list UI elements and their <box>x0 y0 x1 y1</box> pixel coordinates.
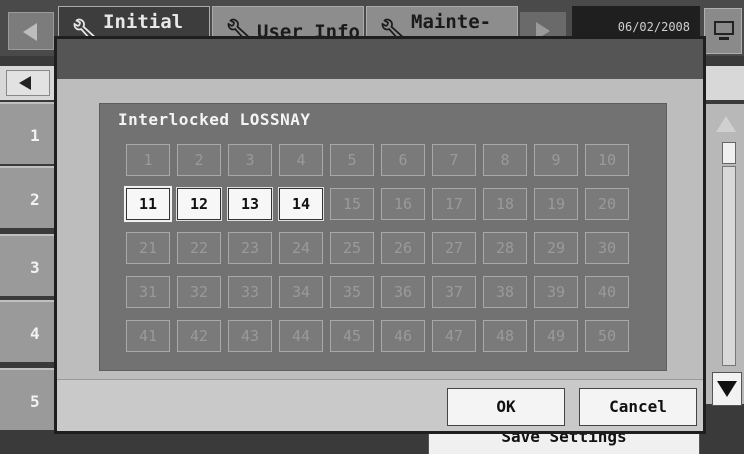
back-button[interactable] <box>6 70 50 96</box>
address-cell[interactable]: 18 <box>483 188 527 220</box>
tab-label: Mainte- <box>411 11 492 33</box>
address-cell[interactable]: 8 <box>483 144 527 176</box>
dialog-button-row: OK Cancel <box>57 379 703 431</box>
address-cell[interactable]: 32 <box>177 276 221 308</box>
prev-tab-button[interactable] <box>8 12 54 50</box>
scroll-up-button[interactable] <box>712 110 740 138</box>
address-cell[interactable]: 36 <box>381 276 425 308</box>
address-cell[interactable]: 34 <box>279 276 323 308</box>
address-cell[interactable]: 25 <box>330 232 374 264</box>
address-cell[interactable]: 1 <box>126 144 170 176</box>
tab-label: Initial <box>103 11 184 33</box>
ok-button[interactable]: OK <box>447 388 565 426</box>
address-cell[interactable]: 2 <box>177 144 221 176</box>
address-cell[interactable]: 9 <box>534 144 578 176</box>
row-number[interactable]: 5 <box>0 368 56 430</box>
address-cell[interactable]: 50 <box>585 320 629 352</box>
address-cell[interactable]: 33 <box>228 276 272 308</box>
arrow-left-icon <box>23 23 37 41</box>
address-cell[interactable]: 38 <box>483 276 527 308</box>
address-cell[interactable]: 16 <box>381 188 425 220</box>
scroll-track[interactable] <box>722 166 736 366</box>
row-number[interactable]: 1 <box>0 102 56 164</box>
address-cell[interactable]: 31 <box>126 276 170 308</box>
address-cell[interactable]: 27 <box>432 232 476 264</box>
lossnay-panel: Interlocked LOSSNAY 1 2 3 4 5 6 7 8 9 10 11 12 13 14 1… <box>99 103 667 371</box>
address-cell[interactable]: 20 <box>585 188 629 220</box>
address-cell[interactable]: 7 <box>432 144 476 176</box>
address-cell[interactable]: 12 <box>177 188 221 220</box>
lossnay-dialog: Interlocked LOSSNAY 1 2 3 4 5 6 7 8 9 10 11 12 13 14 1… <box>54 36 706 434</box>
address-grid: 1 2 3 4 5 6 7 8 9 10 11 12 13 14 15 16 17 18 19 20 21 22 23 24 2… <box>126 144 636 360</box>
scroll-down-icon <box>717 381 737 397</box>
scroll-down-button[interactable] <box>712 372 742 406</box>
dialog-title-bar <box>57 39 703 79</box>
address-cell[interactable]: 48 <box>483 320 527 352</box>
address-cell[interactable]: 41 <box>126 320 170 352</box>
scroll-up-icon <box>716 116 736 132</box>
address-cell[interactable]: 4 <box>279 144 323 176</box>
address-cell[interactable]: 45 <box>330 320 374 352</box>
address-cell[interactable]: 11 <box>126 188 170 220</box>
address-cell[interactable]: 40 <box>585 276 629 308</box>
cancel-button[interactable]: Cancel <box>579 388 697 426</box>
address-cell[interactable]: 23 <box>228 232 272 264</box>
address-cell[interactable]: 5 <box>330 144 374 176</box>
address-cell[interactable]: 24 <box>279 232 323 264</box>
address-cell[interactable]: 26 <box>381 232 425 264</box>
arrow-left-icon <box>19 76 31 90</box>
monitor-button[interactable] <box>704 8 742 54</box>
address-cell[interactable]: 14 <box>279 188 323 220</box>
address-cell[interactable]: 49 <box>534 320 578 352</box>
monitor-icon <box>714 21 734 35</box>
address-cell[interactable]: 17 <box>432 188 476 220</box>
row-number[interactable]: 4 <box>0 300 56 362</box>
address-cell[interactable]: 13 <box>228 188 272 220</box>
address-cell[interactable]: 39 <box>534 276 578 308</box>
row-number[interactable]: 3 <box>0 234 56 296</box>
row-number[interactable]: 2 <box>0 166 56 228</box>
address-cell[interactable]: 30 <box>585 232 629 264</box>
address-cell[interactable]: 19 <box>534 188 578 220</box>
panel-title: Interlocked LOSSNAY <box>118 110 311 129</box>
address-cell[interactable]: 29 <box>534 232 578 264</box>
address-cell[interactable]: 35 <box>330 276 374 308</box>
address-cell[interactable]: 6 <box>381 144 425 176</box>
scroll-thumb[interactable] <box>722 142 736 164</box>
address-cell[interactable]: 28 <box>483 232 527 264</box>
address-cell[interactable]: 44 <box>279 320 323 352</box>
address-cell[interactable]: 21 <box>126 232 170 264</box>
address-cell[interactable]: 37 <box>432 276 476 308</box>
address-cell[interactable]: 46 <box>381 320 425 352</box>
address-cell[interactable]: 10 <box>585 144 629 176</box>
address-cell[interactable]: 47 <box>432 320 476 352</box>
address-cell[interactable]: 3 <box>228 144 272 176</box>
address-cell[interactable]: 22 <box>177 232 221 264</box>
address-cell[interactable]: 43 <box>228 320 272 352</box>
address-cell[interactable]: 15 <box>330 188 374 220</box>
address-cell[interactable]: 42 <box>177 320 221 352</box>
